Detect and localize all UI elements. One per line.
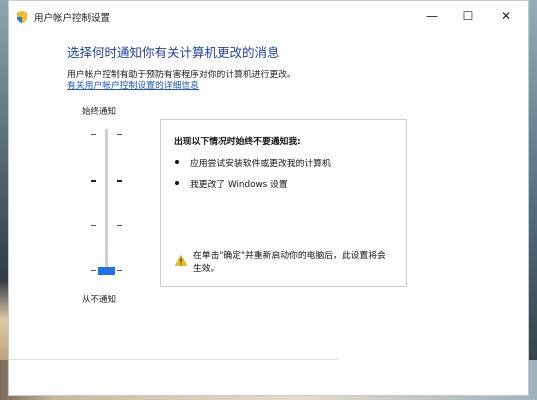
panel-list-item: 我更改了 Windows 设置 xyxy=(190,180,288,190)
panel-list-item: 应用尝试安装软件或更改我的计算机 xyxy=(190,159,331,169)
slider-label-never-notify: 从不通知 xyxy=(82,295,117,305)
slider-tick-left xyxy=(91,270,96,271)
bullet-icon xyxy=(175,160,179,164)
slider-label-always-notify: 始终通知 xyxy=(82,107,117,117)
close-icon: ✕ xyxy=(500,9,512,23)
warning-icon xyxy=(174,251,188,266)
slider-tick-left xyxy=(91,180,96,182)
slider-tick-left xyxy=(91,225,96,226)
uac-details-link[interactable]: 有关用户帐户控制设置的详细信息 xyxy=(67,78,199,91)
slider-thumb[interactable] xyxy=(98,267,115,275)
title-bar[interactable]: 用户帐户控制设置 — ☐ ✕ xyxy=(9,1,528,31)
shield-icon xyxy=(15,9,29,23)
slider-tick-left xyxy=(91,134,96,135)
page-heading: 选择何时通知你有关计算机更改的消息 xyxy=(67,45,280,60)
maximize-button[interactable]: ☐ xyxy=(449,1,487,31)
maximize-icon: ☐ xyxy=(462,9,474,23)
close-button[interactable]: ✕ xyxy=(487,1,525,31)
uac-settings-window: 用户帐户控制设置 — ☐ ✕ 选择何时通知你有关计算机更改的消息 用户帐户控制有… xyxy=(8,0,529,396)
slider-tick-right xyxy=(117,134,122,135)
minimize-icon: — xyxy=(426,9,438,23)
slider-tick-right xyxy=(117,180,122,182)
bullet-icon xyxy=(175,181,179,185)
panel-title: 出现以下情况时始终不要通知我: xyxy=(174,137,301,147)
level-description-panel: 出现以下情况时始终不要通知我: 应用尝试安装软件或更改我的计算机 我更改了 Wi… xyxy=(160,119,407,287)
footer-divider xyxy=(9,359,338,360)
slider-tick-right xyxy=(117,225,122,226)
slider-tick-right xyxy=(117,270,122,271)
desktop-background-right xyxy=(529,0,537,400)
minimize-button[interactable]: — xyxy=(413,1,451,31)
slider-track[interactable] xyxy=(105,129,108,275)
restart-warning-text: 在单击"确定"并重新启动你的电脑后，此设置将会生效。 xyxy=(193,251,386,274)
window-title: 用户帐户控制设置 xyxy=(34,13,111,24)
